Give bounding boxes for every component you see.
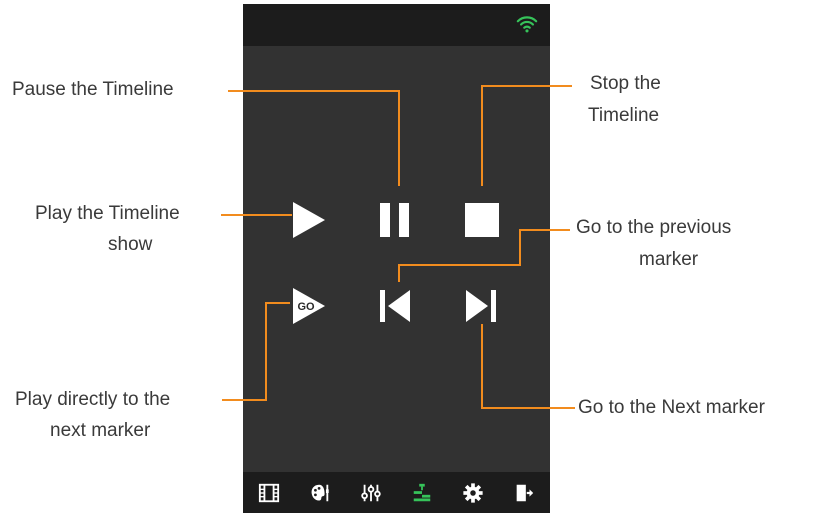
callout-previous-line1: Go to the previous (576, 217, 732, 238)
callout-next: Go to the Next marker (578, 397, 765, 418)
callout-line-go (222, 302, 290, 401)
callout-play-line2: show (108, 234, 153, 255)
callout-stop-line1: Stop the (590, 73, 661, 94)
callout-stop-line2: Timeline (588, 105, 660, 126)
callout-play-line1: Play the Timeline (35, 203, 180, 224)
callout-go-line1: Play directly to the (15, 389, 171, 410)
callout-line-previous (398, 229, 570, 282)
callout-go-line2: next marker (50, 420, 151, 441)
callout-pause: Pause the Timeline (12, 79, 174, 100)
callout-line-next (481, 324, 575, 409)
callout-previous-line2: marker (639, 249, 699, 270)
callout-line-pause (228, 90, 400, 186)
callout-line-stop (481, 85, 572, 186)
